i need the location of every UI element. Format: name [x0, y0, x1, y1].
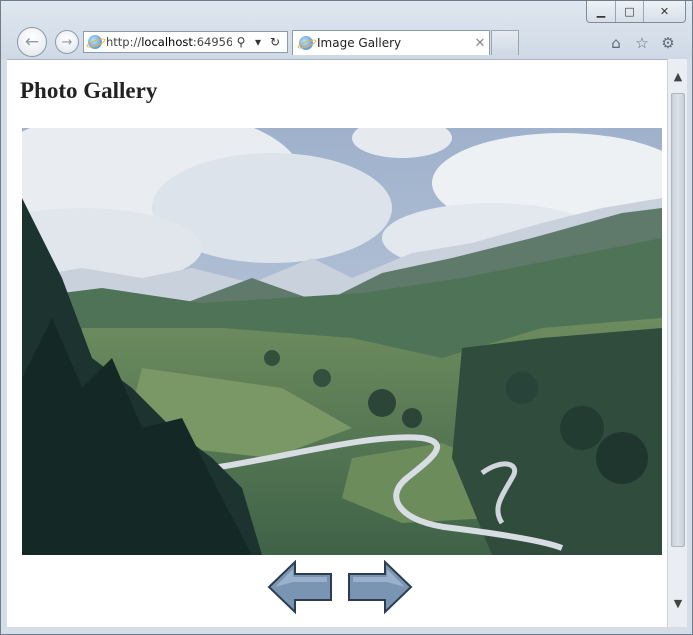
- vertical-scrollbar[interactable]: ▲ ▼: [667, 59, 687, 630]
- ie-page-icon: [88, 35, 102, 49]
- back-arrow-icon: ←: [24, 32, 40, 52]
- gallery-navigation: [267, 559, 417, 620]
- tab-image-gallery[interactable]: Image Gallery ✕: [292, 30, 490, 55]
- gallery-image: [22, 128, 662, 555]
- dropdown-icon[interactable]: ▾: [251, 35, 265, 49]
- star-icon[interactable]: ☆: [632, 33, 652, 53]
- url-prefix: http://: [106, 35, 142, 49]
- close-button[interactable]: ✕: [643, 1, 685, 22]
- tab-close-icon[interactable]: ✕: [471, 36, 489, 51]
- browser-window: ▁ □ ✕ ← → http://localhost:64956/I ⚲ ▾ ↻…: [0, 0, 693, 635]
- right-arrow-icon: [348, 559, 413, 615]
- scroll-up-button[interactable]: ▲: [668, 67, 688, 85]
- ie-tab-icon: [299, 36, 313, 50]
- refresh-icon[interactable]: ↻: [268, 35, 282, 49]
- new-tab-button[interactable]: [491, 30, 519, 55]
- browser-toolbar-icons: ⌂ ☆ ⚙: [606, 33, 678, 53]
- scroll-thumb[interactable]: [671, 93, 685, 547]
- address-tools: ⚲ ▾ ↻: [234, 35, 282, 49]
- forward-button[interactable]: →: [55, 30, 79, 54]
- page-content: Photo Gallery: [7, 59, 667, 630]
- previous-image-button[interactable]: [267, 559, 333, 619]
- window-bottom-border: [1, 627, 692, 634]
- url-host: localhost: [141, 35, 193, 49]
- window-controls: ▁ □ ✕: [586, 1, 686, 23]
- url-rest: :64956/I: [192, 35, 232, 49]
- url-text[interactable]: http://localhost:64956/I: [106, 35, 232, 49]
- scroll-down-button[interactable]: ▼: [668, 594, 688, 612]
- tab-title: Image Gallery: [317, 36, 402, 50]
- minimize-button[interactable]: ▁: [587, 1, 615, 22]
- mountain-landscape-photo: [22, 128, 662, 555]
- gear-icon[interactable]: ⚙: [658, 33, 678, 53]
- next-image-button[interactable]: [347, 559, 413, 619]
- search-icon[interactable]: ⚲: [234, 35, 248, 49]
- maximize-button[interactable]: □: [615, 1, 643, 22]
- left-arrow-icon: [267, 559, 332, 615]
- page-title: Photo Gallery: [20, 78, 158, 103]
- home-icon[interactable]: ⌂: [606, 33, 626, 53]
- browser-titlebar: ▁ □ ✕ ← → http://localhost:64956/I ⚲ ▾ ↻…: [1, 1, 692, 59]
- back-button[interactable]: ←: [17, 27, 47, 57]
- address-bar[interactable]: http://localhost:64956/I ⚲ ▾ ↻: [83, 31, 288, 53]
- forward-arrow-icon: →: [61, 34, 73, 50]
